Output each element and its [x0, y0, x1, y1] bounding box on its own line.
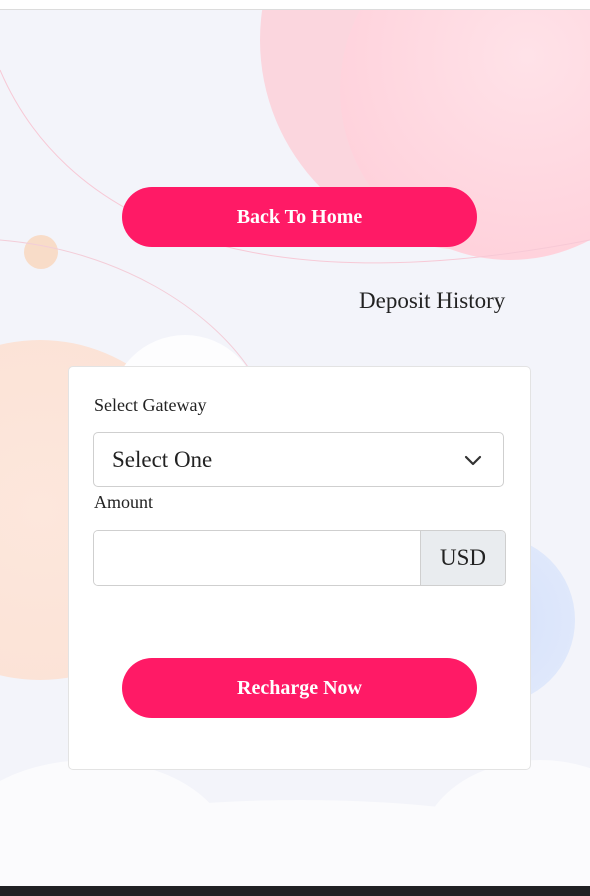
deposit-form-card: Select Gateway Select One Amount USD Rec…: [68, 366, 531, 770]
back-to-home-button[interactable]: Back To Home: [122, 187, 477, 247]
browser-top-edge: [0, 0, 590, 10]
gateway-select[interactable]: Select One: [93, 432, 504, 487]
recharge-now-button[interactable]: Recharge Now: [122, 658, 477, 718]
chevron-down-icon: [463, 450, 483, 470]
amount-input-group: USD: [93, 530, 506, 586]
amount-label: Amount: [94, 492, 154, 512]
bottom-edge-bar: [0, 886, 590, 896]
gateway-label: Select Gateway: [94, 395, 207, 415]
amount-input[interactable]: [94, 531, 420, 585]
gateway-select-value: Select One: [112, 447, 213, 472]
deposit-history-link[interactable]: Deposit History: [359, 288, 505, 314]
currency-addon: USD: [420, 531, 505, 585]
